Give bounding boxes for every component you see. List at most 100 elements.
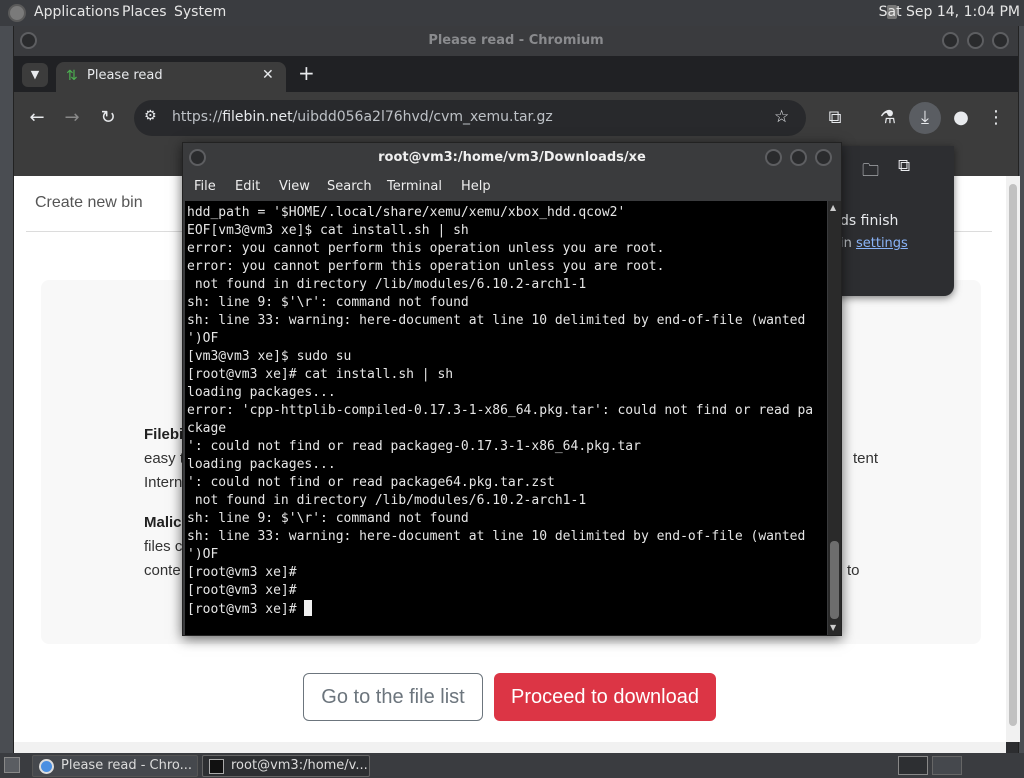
terminal-prompt: [root@vm3 xe]# (187, 602, 305, 617)
window-menu-icon[interactable] (189, 149, 206, 166)
browser-titlebar[interactable]: Please read - Chromium (14, 26, 1018, 56)
terminal-window: root@vm3:/home/vm3/Downloads/xe File Edi… (182, 142, 842, 636)
terminal-line: sh: line 9: $'\r': command not found (187, 511, 469, 526)
card-text-line: tent (853, 450, 879, 467)
terminal-line: error: you cannot perform this operation… (187, 259, 665, 274)
tab-please-read[interactable]: ⇅ Please read ✕ (56, 62, 286, 92)
terminal-output[interactable]: hdd_path = '$HOME/.local/share/xemu/xemu… (185, 201, 827, 635)
taskbar-item-label: root@vm3:/home/v... (231, 758, 368, 773)
more-menu-icon[interactable]: ⋮ (982, 104, 1010, 132)
card-heading-filebin: Filebi (144, 426, 184, 443)
terminal-window-title: root@vm3:/home/vm3/Downloads/xe (378, 150, 646, 165)
terminal-line: not found in directory /lib/modules/6.10… (187, 277, 587, 292)
bookmark-star-icon[interactable]: ☆ (774, 107, 789, 127)
page-horizontal-scrollbar[interactable] (14, 742, 1006, 753)
download-settings-text: in settings (840, 236, 908, 251)
minimize-icon[interactable] (942, 32, 959, 49)
chromium-icon (39, 759, 54, 774)
terminal-line: ': could not find or read packageg-0.17.… (187, 439, 641, 454)
forward-arrow-icon[interactable]: → (58, 104, 86, 132)
card-text-line: files c (144, 538, 183, 555)
profile-avatar-icon[interactable]: ● (947, 104, 975, 132)
window-menu-icon[interactable] (20, 32, 37, 49)
terminal-line: [root@vm3 xe]# (187, 565, 297, 580)
terminal-line: sh: line 33: warning: here-document at l… (187, 313, 806, 328)
show-desktop-icon[interactable] (4, 757, 20, 773)
proceed-to-download-button[interactable]: Proceed to download (494, 673, 716, 721)
go-to-file-list-button[interactable]: Go to the file list (303, 673, 483, 721)
tab-strip: ▼ ⇅ Please read ✕ + (14, 56, 1018, 92)
terminal-line: error: you cannot perform this operation… (187, 241, 665, 256)
maximize-icon[interactable] (790, 149, 807, 166)
terminal-scroll-thumb[interactable] (830, 541, 839, 619)
terminal-icon (209, 759, 224, 774)
terminal-line: loading packages... (187, 457, 336, 472)
distro-logo-icon[interactable] (8, 4, 26, 22)
terminal-line: [root@vm3 xe]# cat install.sh | sh (187, 367, 454, 382)
url-text: https://filebin.net/uibdd056a2l76hvd/cvm… (172, 109, 553, 125)
new-tab-plus-icon[interactable]: + (298, 61, 315, 85)
reload-icon[interactable]: ↻ (94, 104, 122, 132)
site-info-icon[interactable]: ⚙ (144, 108, 157, 124)
terminal-line: hdd_path = '$HOME/.local/share/xemu/xemu… (187, 205, 626, 220)
close-window-icon[interactable] (992, 32, 1009, 49)
card-text-line: conte (144, 562, 181, 579)
top-panel: Applications Places System Sat Sep 14, 1… (0, 0, 1024, 26)
create-new-bin-link[interactable]: Create new bin (35, 194, 143, 212)
terminal-menu-terminal[interactable]: Terminal (387, 179, 442, 194)
terminal-line: [root@vm3 xe]# (187, 583, 297, 598)
terminal-line: error: 'cpp-httplib-compiled-0.17.3-1-x8… (187, 403, 814, 418)
workspace-switcher-2[interactable] (932, 756, 962, 775)
terminal-line: ')OF (187, 331, 219, 346)
taskbar-item-label: Please read - Chro... (61, 758, 193, 773)
menu-places[interactable]: Places (122, 4, 167, 20)
terminal-prompt-line: [root@vm3 xe]# (187, 600, 827, 619)
terminal-line: not found in directory /lib/modules/6.10… (187, 493, 587, 508)
card-text-line: to (847, 562, 860, 579)
download-status-text: ds finish (840, 213, 899, 229)
browser-window-title: Please read - Chromium (428, 33, 604, 48)
tab-close-icon[interactable]: ✕ (262, 67, 274, 83)
clock[interactable]: Sat Sep 14, 1:04 PM (879, 4, 1020, 20)
card-text-line: easy t (144, 450, 185, 467)
terminal-menu-view[interactable]: View (279, 179, 310, 194)
taskbar-item-chromium[interactable]: Please read - Chro... (32, 755, 198, 777)
scroll-up-arrow-icon[interactable]: ▲ (830, 203, 836, 212)
minimize-icon[interactable] (765, 149, 782, 166)
labs-flask-icon[interactable]: ⚗ (874, 104, 902, 132)
card-text-line: Intern (144, 474, 183, 491)
download-settings-link[interactable]: settings (856, 236, 908, 251)
terminal-line: loading packages... (187, 385, 336, 400)
tab-title: Please read (87, 68, 163, 83)
terminal-line: ': could not find or read package64.pkg.… (187, 475, 555, 490)
terminal-menu-search[interactable]: Search (327, 179, 372, 194)
scroll-down-arrow-icon[interactable]: ▼ (830, 623, 836, 632)
browser-toolbar: ← → ↻ ⚙ https://filebin.net/uibdd056a2l7… (14, 92, 1018, 144)
terminal-menubar: File Edit View Search Terminal Help (183, 173, 841, 201)
terminal-menu-file[interactable]: File (194, 179, 216, 194)
tab-search-chevron-down-icon[interactable]: ▼ (22, 63, 48, 87)
tab-favicon-icon: ⇅ (66, 68, 78, 84)
workspace-switcher-1[interactable] (898, 756, 928, 775)
address-bar[interactable]: ⚙ https://filebin.net/uibdd056a2l76hvd/c… (134, 100, 806, 136)
maximize-icon[interactable] (967, 32, 984, 49)
terminal-line: sh: line 33: warning: here-document at l… (187, 529, 806, 544)
back-arrow-icon[interactable]: ← (23, 104, 51, 132)
downloads-icon[interactable]: ⤓ (909, 102, 941, 134)
menu-system[interactable]: System (174, 4, 226, 20)
terminal-cursor (304, 600, 313, 616)
terminal-menu-help[interactable]: Help (461, 179, 491, 194)
terminal-line: sh: line 9: $'\r': command not found (187, 295, 469, 310)
terminal-line: ')OF (187, 547, 219, 562)
taskbar-item-terminal[interactable]: root@vm3:/home/v... (202, 755, 370, 777)
close-window-icon[interactable] (815, 149, 832, 166)
open-folder-icon[interactable]: 🗀 (862, 158, 879, 187)
extensions-puzzle-icon[interactable]: ⧉ (821, 104, 849, 132)
menu-applications[interactable]: Applications (34, 4, 120, 20)
terminal-titlebar[interactable]: root@vm3:/home/vm3/Downloads/xe (183, 143, 841, 173)
terminal-line: [vm3@vm3 xe]$ sudo su (187, 349, 352, 364)
open-external-icon[interactable]: ⧉ (898, 156, 910, 176)
terminal-menu-edit[interactable]: Edit (235, 179, 260, 194)
terminal-line: ckage (187, 421, 227, 436)
page-scroll-thumb[interactable] (1009, 184, 1017, 726)
